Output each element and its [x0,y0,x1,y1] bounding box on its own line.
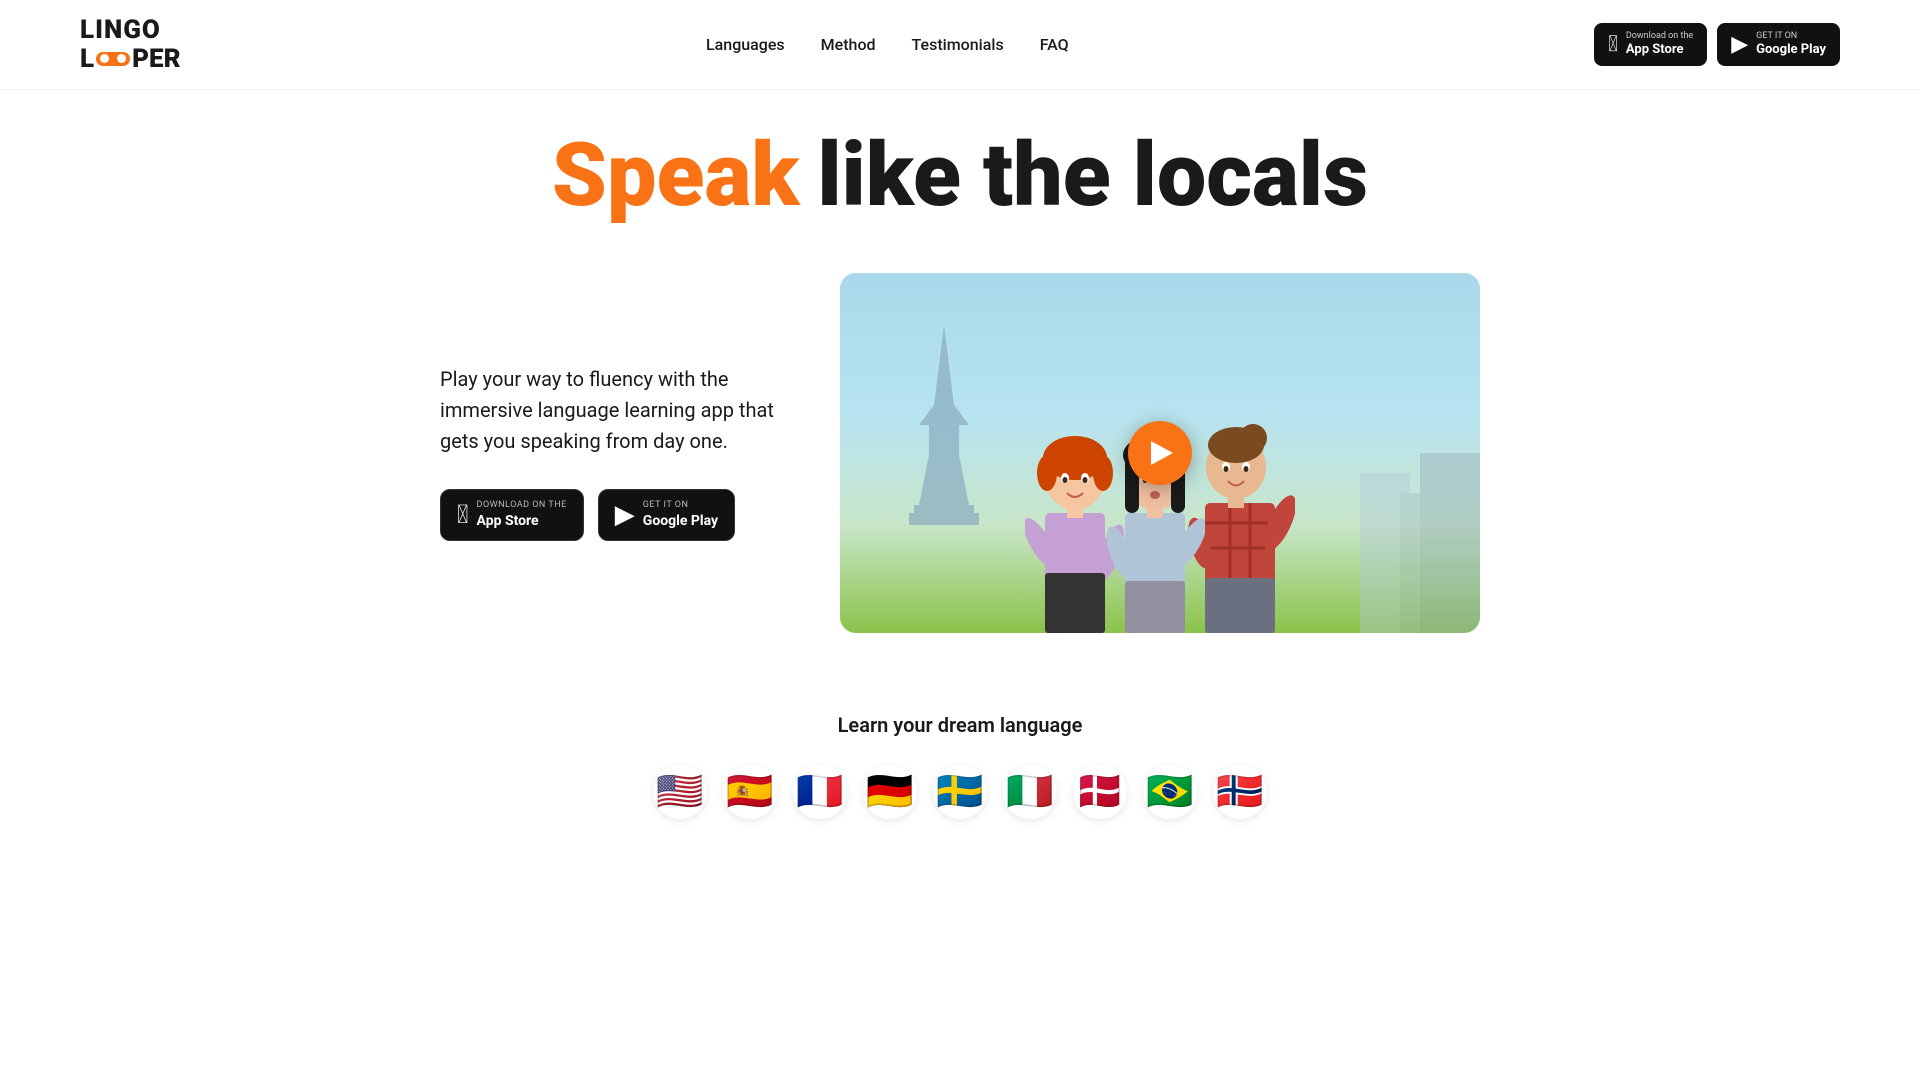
logo-top: LINGO [80,16,181,45]
hero-speak: Speak [552,130,799,222]
cta-google-play-icon: ▶ [615,500,635,530]
logo-oval-icon [96,52,130,66]
cta-google-play-small: GET IT ON [643,500,718,512]
nav-method[interactable]: Method [821,35,876,54]
flag-german[interactable]: 🇩🇪 [863,765,917,819]
nav-testimonials[interactable]: Testimonials [912,35,1004,54]
hero-section: Speak like the locals [0,90,1920,242]
hero-headline: Speak like the locals [80,130,1840,222]
cta-google-play-big: Google Play [643,512,718,530]
flags-row: 🇺🇸 🇪🇸 🇫🇷 🇩🇪 🇸🇪 🇮🇹 🇩🇰 🇧🇷 🇳🇴 [80,765,1840,819]
nav-faq[interactable]: FAQ [1040,35,1069,54]
flag-french[interactable]: 🇫🇷 [793,765,847,819]
hero-rest: like the locals [817,130,1368,222]
cta-app-store-big: App Store [477,512,567,530]
description-text: Play your way to fluency with the immers… [440,364,780,457]
video-container[interactable] [840,273,1480,633]
cta-google-play-button[interactable]: ▶ GET IT ON Google Play [598,489,735,541]
flag-danish[interactable]: 🇩🇰 [1073,765,1127,819]
nav-languages[interactable]: Languages [706,35,785,54]
logo[interactable]: LINGO L PER [80,16,181,73]
nav-store-buttons:  Download on the App Store ▶ GET IT ON … [1594,23,1840,65]
play-button[interactable] [1128,421,1192,485]
logo-l: L [80,45,94,74]
cta-app-store-small: Download on the [477,500,567,512]
flag-norwegian[interactable]: 🇳🇴 [1213,765,1267,819]
nav-google-play-button[interactable]: ▶ GET IT ON Google Play [1717,23,1840,65]
nav-app-store-button[interactable]:  Download on the App Store [1594,23,1707,65]
logo-per: PER [132,45,180,74]
flag-english[interactable]: 🇺🇸 [653,765,707,819]
languages-heading: Learn your dream language [80,713,1840,737]
navbar: LINGO L PER Languages Method Testimonial… [0,0,1920,90]
flag-spanish[interactable]: 🇪🇸 [723,765,777,819]
google-play-icon: ▶ [1731,32,1748,57]
nav-links: Languages Method Testimonials FAQ [706,35,1069,54]
languages-section: Learn your dream language 🇺🇸 🇪🇸 🇫🇷 🇩🇪 🇸🇪… [0,673,1920,879]
left-column: Play your way to fluency with the immers… [440,364,780,541]
flag-italian[interactable]: 🇮🇹 [1003,765,1057,819]
cta-app-store-button[interactable]:  Download on the App Store [440,489,584,541]
nav-app-store-small: Download on the [1626,31,1693,42]
nav-google-play-big: Google Play [1756,42,1826,58]
nav-app-store-big: App Store [1626,42,1693,58]
main-content: Play your way to fluency with the immers… [360,243,1560,673]
flag-swedish[interactable]: 🇸🇪 [933,765,987,819]
cta-apple-icon:  [457,500,469,530]
cta-buttons:  Download on the App Store ▶ GET IT ON … [440,489,780,541]
apple-icon:  [1608,32,1618,57]
flag-portuguese[interactable]: 🇧🇷 [1143,765,1197,819]
nav-google-play-small: GET IT ON [1756,31,1826,42]
